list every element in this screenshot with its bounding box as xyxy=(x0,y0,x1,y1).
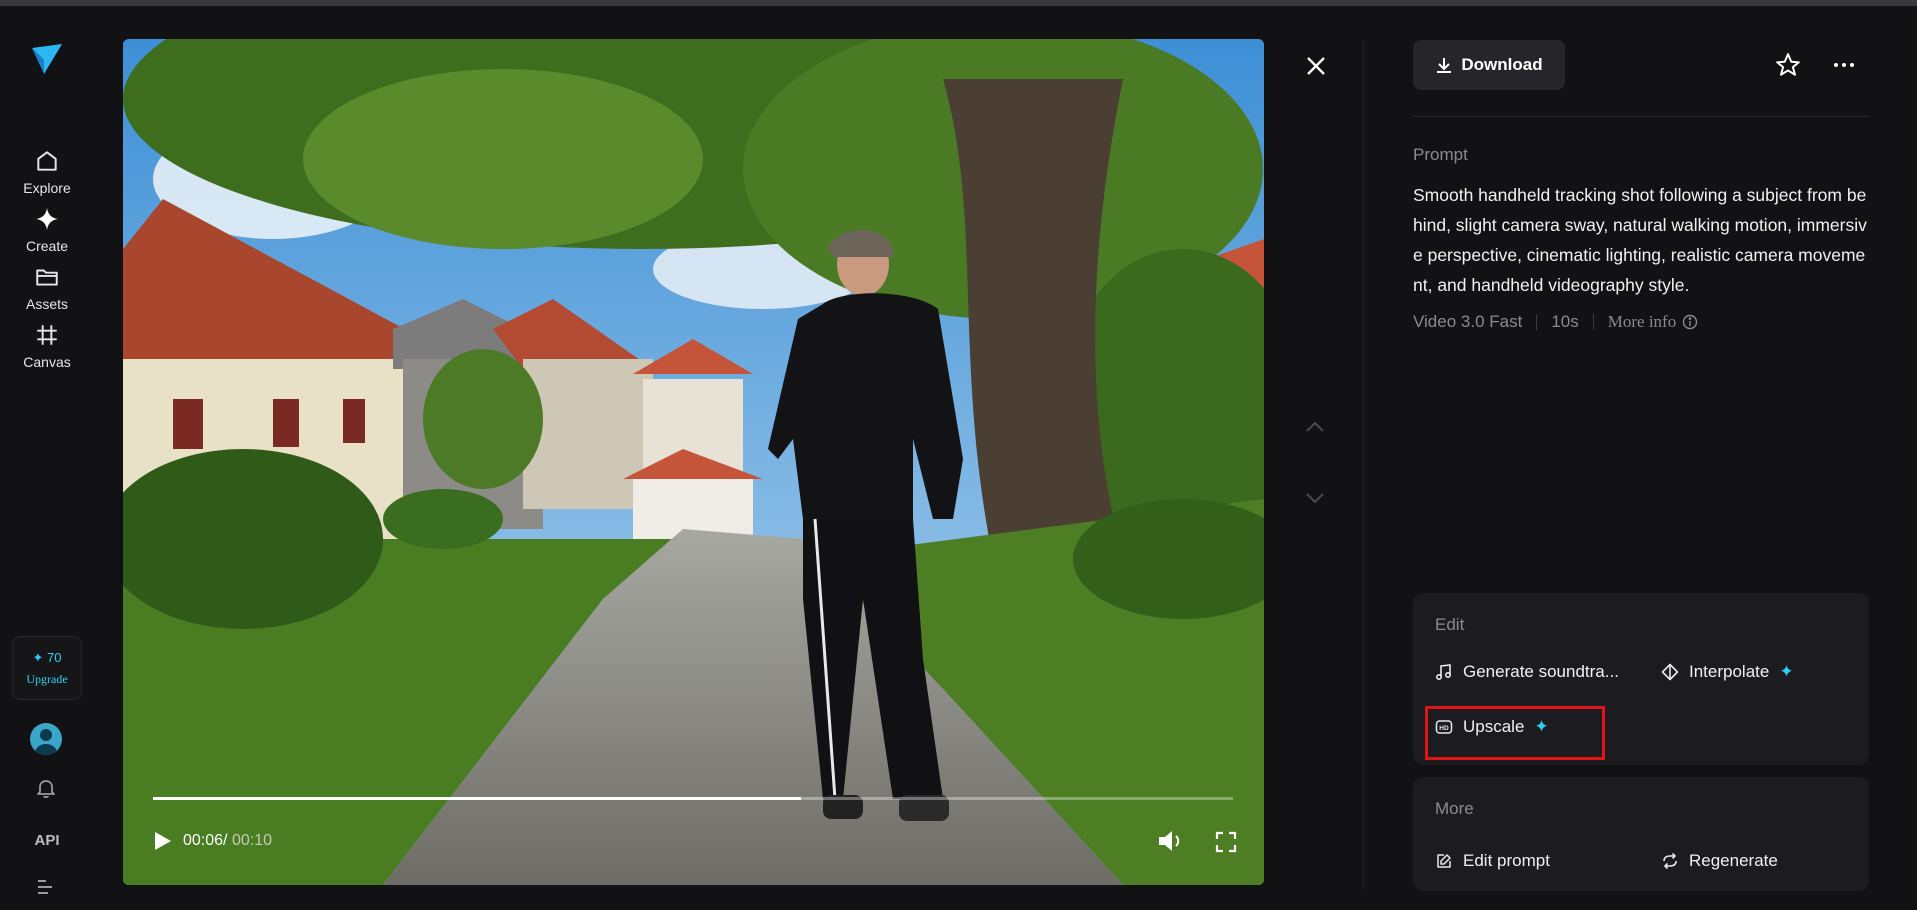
fullscreen-icon[interactable] xyxy=(1215,831,1237,853)
api-link[interactable]: API xyxy=(0,832,94,849)
sparkle-icon xyxy=(36,208,58,230)
sidebar-item-create[interactable]: Create xyxy=(0,206,94,254)
more-card: More Edit prompt Regenerate xyxy=(1413,777,1869,891)
info-icon xyxy=(1683,314,1698,330)
download-icon xyxy=(1437,58,1452,73)
prompt-heading: Prompt xyxy=(1413,145,1468,164)
regenerate-button[interactable]: Regenerate xyxy=(1661,851,1778,871)
video-length: 10s xyxy=(1551,312,1579,331)
window-top-bar xyxy=(0,0,1917,6)
sidebar-item-assets[interactable]: Assets xyxy=(0,264,94,312)
sidebar-item-label: Explore xyxy=(23,180,71,196)
video-player[interactable]: 00:06/ 00:10 xyxy=(123,39,1264,885)
play-icon[interactable] xyxy=(151,830,173,852)
sidebar-item-explore[interactable]: Explore xyxy=(0,148,94,196)
edit-heading: Edit xyxy=(1435,615,1465,634)
folder-icon xyxy=(36,269,58,286)
model-name: Video 3.0 Fast xyxy=(1413,312,1523,331)
duration: 00:10 xyxy=(231,832,272,849)
bell-icon[interactable] xyxy=(34,776,58,800)
interpolate-button[interactable]: Interpolate ✦ xyxy=(1661,662,1794,682)
more-heading: More xyxy=(1435,799,1474,818)
download-button[interactable]: Download xyxy=(1413,40,1565,90)
close-icon[interactable] xyxy=(1303,53,1329,79)
canvas-icon xyxy=(37,325,57,345)
music-note-icon xyxy=(1435,664,1452,681)
more-info-link[interactable]: More info xyxy=(1608,312,1698,332)
volume-icon[interactable] xyxy=(1157,829,1183,853)
upgrade-label: Upgrade xyxy=(26,671,68,686)
panel-divider xyxy=(1363,40,1364,890)
premium-sparkle-icon: ✦ xyxy=(1779,662,1794,681)
meta-separator xyxy=(1592,314,1594,330)
interpolate-label: Interpolate xyxy=(1689,662,1770,681)
prompt-text: Smooth handheld tracking shot following … xyxy=(1413,185,1867,295)
header-divider xyxy=(1413,116,1869,117)
sidebar-item-canvas[interactable]: Canvas xyxy=(0,322,94,370)
sidebar-item-label: Create xyxy=(25,238,69,254)
edit-prompt-label: Edit prompt xyxy=(1463,851,1550,870)
edit-icon xyxy=(1437,854,1451,868)
video-progress-fill xyxy=(153,797,801,800)
sidebar-item-label: Canvas xyxy=(23,354,71,370)
regenerate-label: Regenerate xyxy=(1689,851,1778,870)
chevron-down-icon[interactable] xyxy=(1303,486,1327,510)
more-info-label: More info xyxy=(1607,312,1677,331)
home-icon xyxy=(37,151,57,171)
current-time: 00:06 xyxy=(183,832,224,849)
sidebar: Explore Create Assets Canvas ✦ 70 Upgrad… xyxy=(0,6,94,910)
menu-icon[interactable] xyxy=(36,878,56,894)
generate-soundtrack-label: Generate soundtra... xyxy=(1463,662,1619,681)
app-logo-icon[interactable] xyxy=(30,42,64,76)
chevron-up-icon[interactable] xyxy=(1303,415,1327,439)
upscale-highlight-box xyxy=(1425,706,1605,760)
download-label: Download xyxy=(1461,55,1543,74)
video-time: 00:06/ 00:10 xyxy=(183,832,272,850)
meta-separator xyxy=(1536,314,1538,330)
credits-count: ✦ 70 xyxy=(32,649,62,665)
video-progress-bar[interactable] xyxy=(153,797,1233,800)
refresh-icon xyxy=(1663,852,1677,870)
edit-card: Edit Generate soundtra... Interpolate ✦ … xyxy=(1413,593,1869,765)
time-separator: / xyxy=(223,832,228,849)
interpolate-icon xyxy=(1661,663,1679,681)
generate-soundtrack-button[interactable]: Generate soundtra... xyxy=(1435,662,1619,682)
avatar[interactable] xyxy=(30,723,62,755)
edit-prompt-button[interactable]: Edit prompt xyxy=(1435,851,1550,871)
star-icon[interactable] xyxy=(1775,52,1801,78)
user-avatar-icon xyxy=(35,729,57,755)
video-frame xyxy=(123,39,1264,885)
sidebar-item-label: Assets xyxy=(25,296,68,312)
generation-meta: Video 3.0 Fast 10s More info xyxy=(1413,312,1698,332)
credits-upgrade-button[interactable]: ✦ 70 Upgrade xyxy=(12,636,82,700)
more-options-icon[interactable] xyxy=(1831,52,1857,78)
